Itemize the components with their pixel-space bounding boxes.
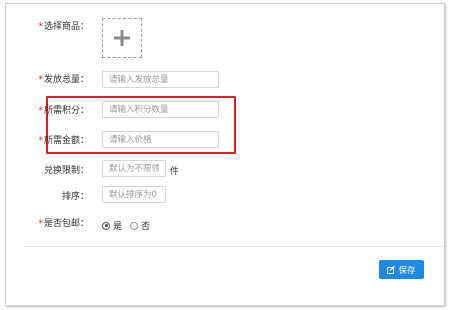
points-input[interactable] (102, 101, 219, 118)
amount-input[interactable] (102, 131, 219, 148)
limit-input[interactable] (102, 160, 166, 177)
shipping-yes-radio[interactable]: 是 (102, 219, 122, 232)
shipping-radio-group: 是 否 (102, 219, 150, 232)
limit-label: 兑换限制： (43, 166, 89, 176)
product-label: *选择商品： (38, 22, 89, 32)
sort-input[interactable] (102, 186, 166, 203)
total-label: *发放总量： (38, 75, 89, 85)
amount-label: *所需金额： (38, 136, 89, 146)
radio-unchecked-icon (130, 221, 139, 230)
shipping-no-label: 否 (141, 222, 151, 232)
sort-label: 排序： (61, 192, 89, 202)
shipping-no-radio[interactable]: 否 (130, 219, 150, 232)
shipping-label: *是否包邮： (38, 219, 89, 229)
save-button[interactable]: 保存 (379, 260, 424, 279)
radio-checked-icon (102, 221, 110, 230)
form-panel: *选择商品： *发放总量： *所需积分： *所需金额： 兑换限制： 件 排序： … (5, 3, 445, 306)
total-input[interactable] (102, 71, 219, 88)
points-label: *所需积分： (38, 106, 89, 116)
shipping-yes-label: 是 (113, 222, 123, 232)
plus-icon (114, 30, 130, 46)
limit-unit: 件 (170, 167, 180, 177)
save-label: 保存 (398, 265, 416, 276)
product-upload-button[interactable] (102, 18, 142, 58)
edit-icon (387, 265, 396, 274)
divider (23, 246, 443, 247)
